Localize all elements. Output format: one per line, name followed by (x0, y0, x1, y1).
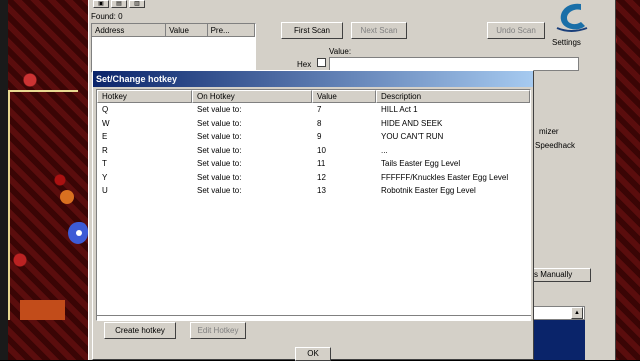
found-count: Found: 0 (91, 12, 123, 21)
game-ground-block (20, 300, 65, 320)
description-cell: HIDE AND SEEK (381, 118, 443, 128)
column-previous[interactable]: Pre... (208, 24, 256, 36)
hotkey-cell: U (102, 186, 108, 195)
value-cell: 13 (317, 186, 326, 195)
hex-label: Hex (297, 60, 312, 69)
hotkey-row[interactable]: W Set value to: 8 HIDE AND SEEK (97, 117, 530, 131)
hex-checkbox[interactable] (317, 58, 326, 67)
address-list-header: Address Value Pre... (92, 24, 256, 37)
on-hotkey-cell: Set value to: (197, 145, 242, 155)
description-cell: FFFFFF/Knuckles Easter Egg Level (381, 172, 509, 182)
column-value[interactable]: Value (166, 24, 208, 36)
on-hotkey-cell: Set value to: (197, 159, 242, 168)
column-address[interactable]: Address (92, 24, 167, 36)
hotkey-rows: Q Set value to: 7 HILL Act 1 W Set value to: 8… (97, 103, 530, 198)
open-icon[interactable]: ▤ (111, 0, 127, 8)
description-cell: ... (381, 145, 388, 155)
settings-label[interactable]: Settings (552, 38, 581, 47)
game-frame (8, 90, 78, 320)
hotkey-row[interactable]: Y Set value to: 12 FFFFFF/Knuckles Easter E… (97, 171, 530, 185)
hotkey-row[interactable]: Q Set value to: 7 HILL Act 1 (97, 103, 530, 117)
description-cell: Tails Easter Egg Level (381, 159, 461, 168)
hotkey-cell: R (102, 145, 108, 155)
speedhack-label[interactable]: Speedhack (535, 141, 575, 150)
value-cell: 8 (317, 118, 322, 128)
hotkey-list[interactable]: Hotkey On Hotkey Value Description Q Set … (96, 89, 531, 321)
description-cell: HILL Act 1 (381, 105, 418, 114)
scroll-up-icon[interactable]: ▲ (571, 307, 583, 319)
ok-button[interactable]: OK (295, 347, 331, 361)
dialog-button-bar: Create hotkey Edit Hotkey (96, 315, 531, 343)
hotkey-row[interactable]: T Set value to: 11 Tails Easter Egg Level (97, 157, 530, 171)
cheat-table-selection (533, 320, 585, 360)
hotkey-cell: E (102, 132, 108, 141)
undo-scan-button[interactable]: Undo Scan (487, 22, 545, 39)
hotkey-cell: W (102, 118, 110, 128)
game-left-border (0, 0, 8, 360)
column-value[interactable]: Value (312, 90, 376, 103)
game-orange-object (60, 190, 74, 204)
on-hotkey-cell: Set value to: (197, 172, 242, 182)
description-cell: Robotnik Easter Egg Level (381, 186, 476, 195)
column-hotkey[interactable]: Hotkey (97, 90, 192, 103)
add-address-manually-button[interactable]: s Manually (529, 268, 591, 282)
hotkey-dialog: Set/Change hotkey Hotkey On Hotkey Value… (92, 70, 534, 361)
hotkey-row[interactable]: E Set value to: 9 YOU CAN'T RUN (97, 130, 530, 144)
on-hotkey-cell: Set value to: (197, 186, 242, 195)
on-hotkey-cell: Set value to: (197, 105, 242, 114)
value-cell: 9 (317, 132, 322, 141)
hotkey-cell: Y (102, 172, 108, 182)
value-cell: 10 (317, 145, 326, 155)
on-hotkey-cell: Set value to: (197, 132, 242, 141)
hotkey-cell: Q (102, 105, 109, 114)
game-sprite-eye (76, 230, 82, 236)
column-on-hotkey[interactable]: On Hotkey (192, 90, 312, 103)
edit-hotkey-button[interactable]: Edit Hotkey (190, 322, 246, 339)
column-description[interactable]: Description (376, 90, 530, 103)
hotkey-cell: T (102, 159, 107, 168)
cheat-engine-logo-icon[interactable] (551, 0, 591, 34)
hotkey-row[interactable]: U Set value to: 13 Robotnik Easter Egg Leve… (97, 184, 530, 198)
randomizer-label: mizer (539, 127, 559, 136)
value-cell: 12 (317, 172, 326, 182)
hotkey-row[interactable]: R Set value to: 10... (97, 144, 530, 158)
value-cell: 11 (317, 159, 326, 168)
value-input[interactable] (329, 57, 579, 71)
first-scan-button[interactable]: First Scan (281, 22, 343, 39)
save-icon[interactable]: ▥ (129, 0, 145, 8)
found-address-list[interactable]: Address Value Pre... (91, 23, 256, 73)
on-hotkey-cell: Set value to: (197, 118, 242, 128)
value-label: Value: (329, 47, 352, 56)
create-hotkey-button[interactable]: Create hotkey (104, 322, 176, 339)
next-scan-button[interactable]: Next Scan (351, 22, 407, 39)
process-icon[interactable]: ▣ (93, 0, 109, 8)
description-cell: YOU CAN'T RUN (381, 132, 444, 141)
toolbar: ▣ ▤ ▥ (93, 0, 145, 8)
hotkey-list-header: Hotkey On Hotkey Value Description (97, 90, 530, 103)
dialog-title[interactable]: Set/Change hotkey (93, 71, 533, 87)
